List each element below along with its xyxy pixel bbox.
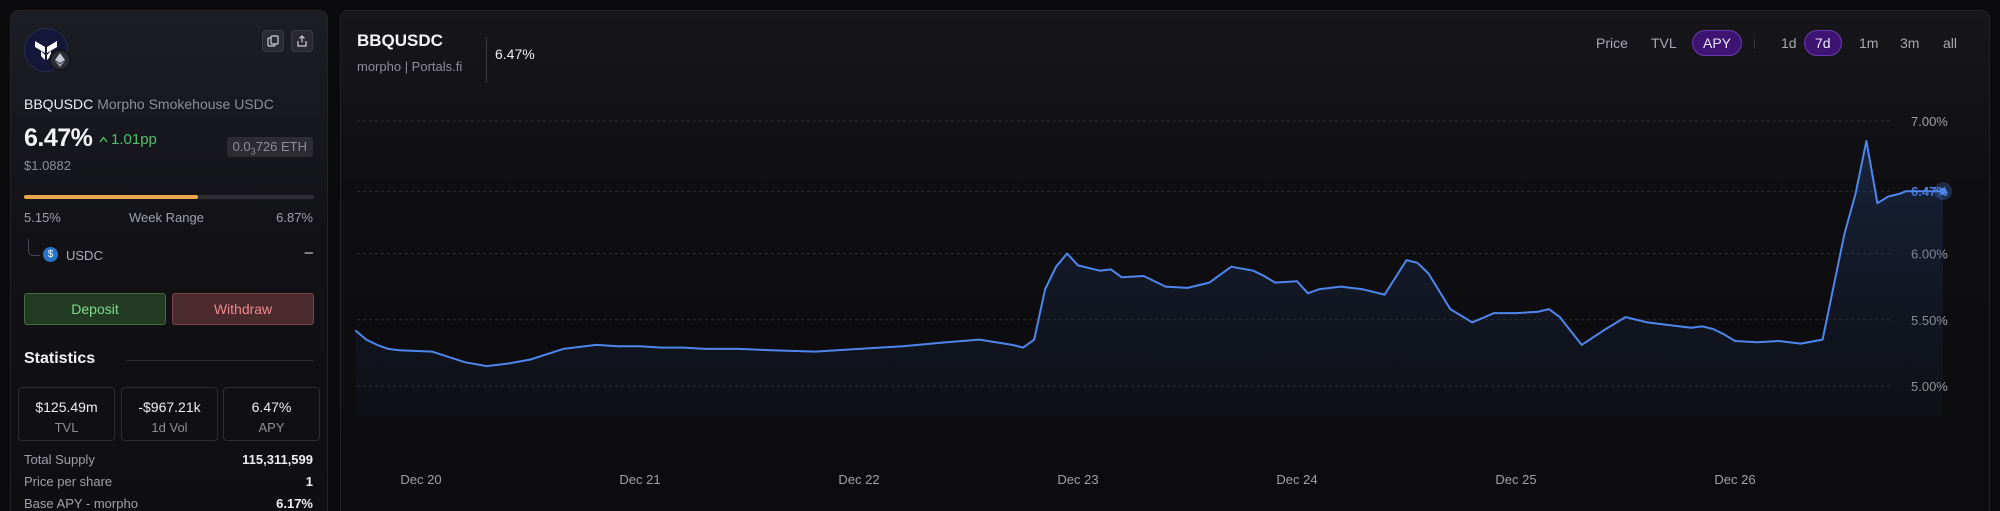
asset-symbol: BBQUSDC xyxy=(24,96,94,112)
price-per-share-value: 1 xyxy=(305,474,313,489)
copy-icon[interactable] xyxy=(262,30,284,52)
total-supply-value: 115,311,599 xyxy=(242,452,313,467)
week-range-fill xyxy=(24,195,198,199)
share-icon[interactable] xyxy=(291,30,313,52)
withdraw-button[interactable]: Withdraw xyxy=(172,293,314,325)
chart-panel: BBQUSDC morpho | Portals.fi 6.47% Price … xyxy=(340,10,1990,511)
x-tick: Dec 22 xyxy=(838,472,879,487)
week-range-low: 5.15% xyxy=(24,210,61,225)
usdc-icon: $ xyxy=(43,247,58,262)
arrow-up-icon xyxy=(99,136,108,143)
week-range-high: 6.87% xyxy=(276,210,313,225)
apy-change-value: 1.01pp xyxy=(111,131,157,148)
stat-card-tvl: $125.49m TVL xyxy=(18,387,115,441)
x-tick: Dec 24 xyxy=(1276,472,1317,487)
base-apy-label: Base APY - morpho xyxy=(24,496,138,511)
base-apy-value: 6.17% xyxy=(276,496,313,511)
statistics-heading: Statistics xyxy=(24,350,96,367)
x-tick: Dec 25 xyxy=(1495,472,1536,487)
week-range-label: Week Range xyxy=(129,210,204,225)
asset-title: BBQUSDC Morpho Smokehouse USDC xyxy=(24,96,274,112)
ethereum-chain-icon xyxy=(49,49,71,71)
week-range-bar xyxy=(24,195,314,199)
underlying-value: – xyxy=(304,244,313,261)
apy-chart[interactable]: 5.00%5.50%6.00%6.47%7.00%Dec 20Dec 21Dec… xyxy=(341,11,1990,511)
app-root: BBQUSDC Morpho Smokehouse USDC 6.47% 1.01… xyxy=(0,0,2000,511)
apy-change: 1.01pp xyxy=(99,131,157,148)
asset-name: Morpho Smokehouse USDC xyxy=(97,96,274,112)
price-per-share-label: Price per share xyxy=(24,474,113,489)
underlying-token: USDC xyxy=(66,248,103,263)
current-point xyxy=(1939,187,1947,195)
asset-panel: BBQUSDC Morpho Smokehouse USDC 6.47% 1.01… xyxy=(10,10,328,511)
x-tick: Dec 21 xyxy=(619,472,660,487)
x-tick: Dec 20 xyxy=(400,472,441,487)
x-tick: Dec 26 xyxy=(1714,472,1755,487)
x-tick: Dec 23 xyxy=(1057,472,1098,487)
asset-apy: 6.47% xyxy=(24,124,93,152)
stat-card-apy: 6.47% APY xyxy=(223,387,320,441)
statistics-divider xyxy=(126,360,314,361)
usd-price: $1.0882 xyxy=(24,158,71,173)
y-tick: 7.00% xyxy=(1911,114,1948,129)
total-supply-label: Total Supply xyxy=(24,452,95,467)
tree-connector xyxy=(28,239,40,256)
stat-card-volume: -$967.21k 1d Vol xyxy=(121,387,218,441)
eth-price: 0.03726 ETH xyxy=(226,137,313,157)
deposit-button[interactable]: Deposit xyxy=(24,293,166,325)
